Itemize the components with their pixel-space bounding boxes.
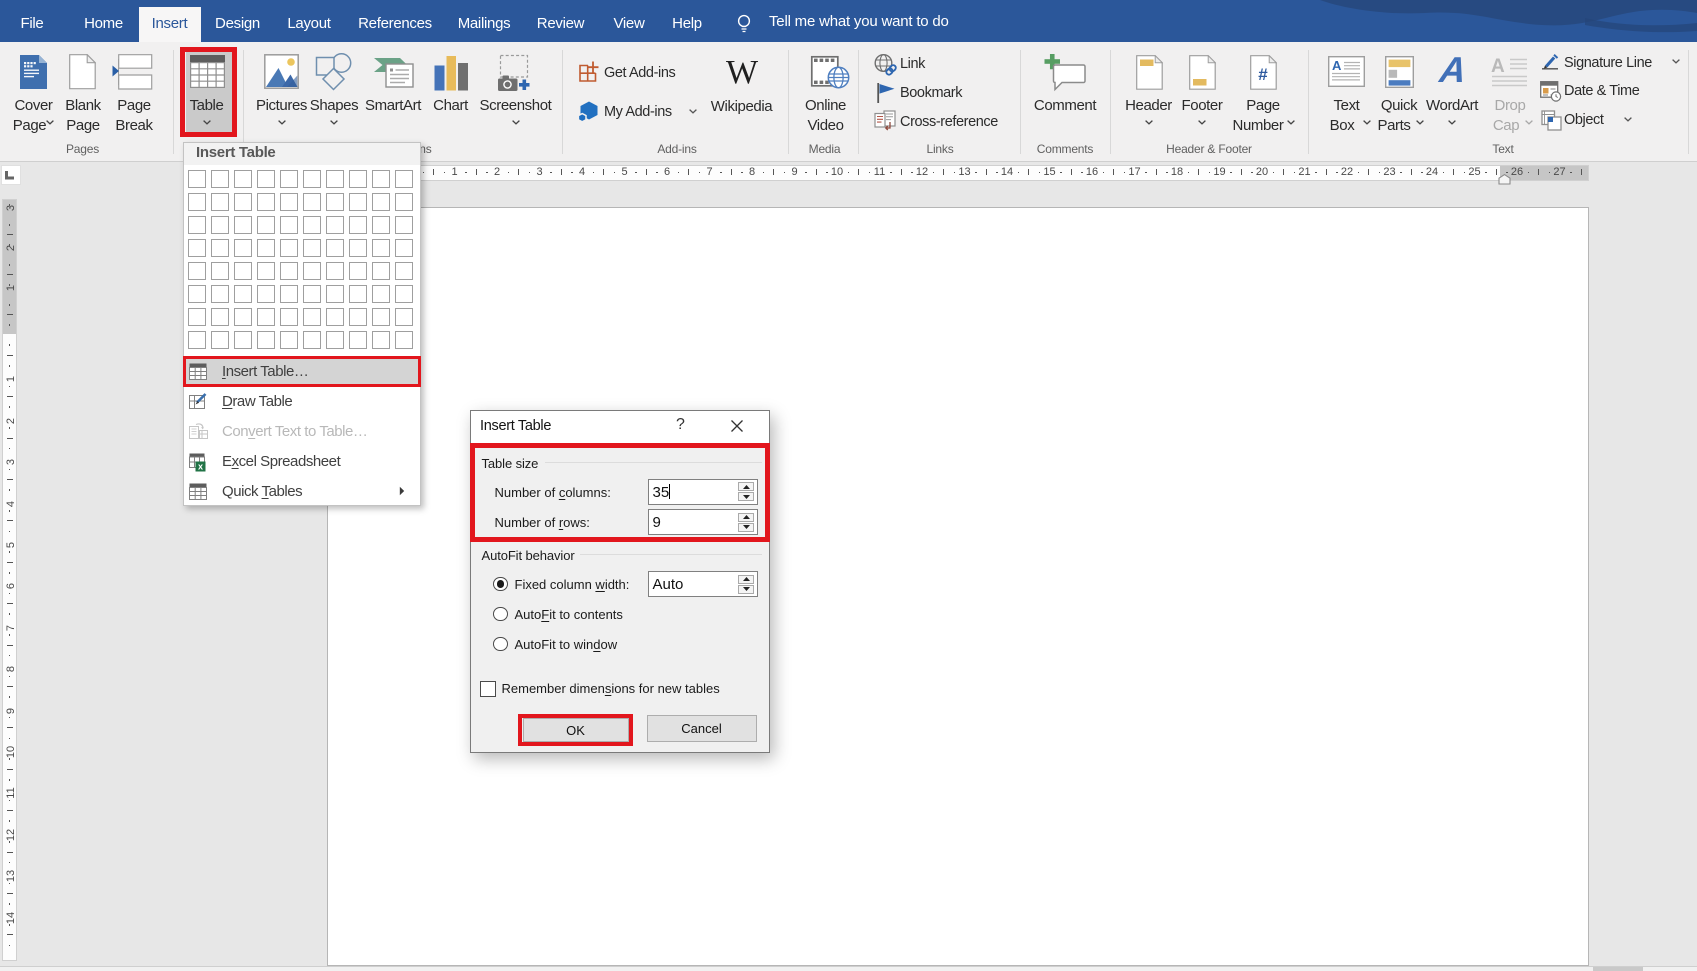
svg-text:A: A [1332, 58, 1342, 73]
svg-text:x: x [198, 461, 203, 471]
svg-text:#: # [1258, 65, 1268, 84]
svg-text:A: A [1491, 56, 1505, 77]
